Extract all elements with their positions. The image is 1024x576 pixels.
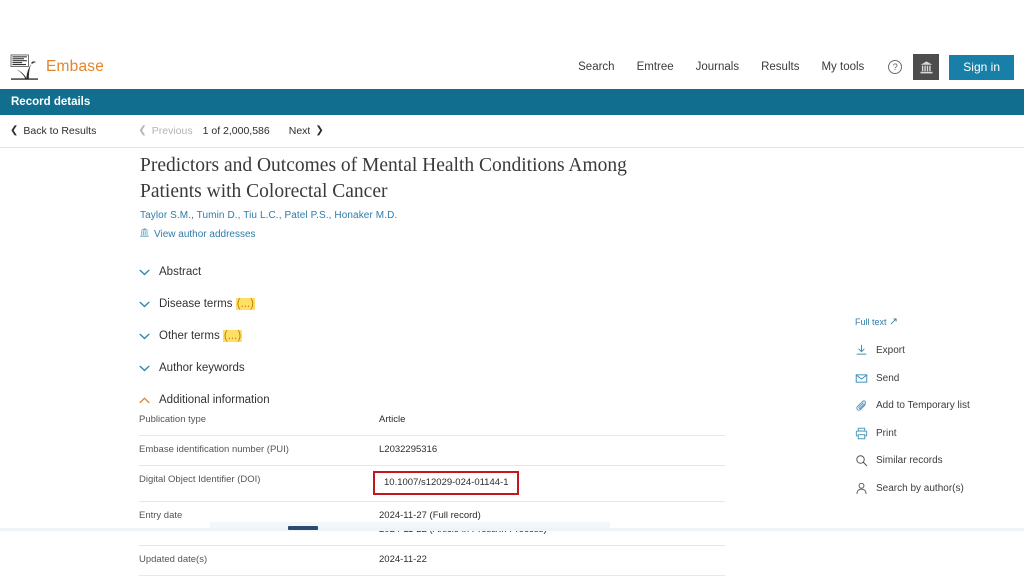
envelope-icon bbox=[855, 372, 868, 385]
accordion-label: Other terms bbox=[159, 330, 223, 342]
row-key: Digital Object Identifier (DOI) bbox=[139, 465, 379, 503]
row-key: Publication type bbox=[139, 406, 379, 436]
accordion-label: Additional information bbox=[159, 394, 270, 406]
external-link-icon bbox=[890, 317, 897, 327]
nav-my-tools[interactable]: My tools bbox=[810, 61, 875, 73]
record-position-count: 1 of 2,000,586 bbox=[202, 125, 270, 137]
action-similar-records[interactable]: Similar records bbox=[855, 450, 1015, 472]
brand-name: Embase bbox=[46, 58, 105, 75]
table-row: Updated date(s) 2024-11-22 bbox=[139, 545, 725, 576]
additional-information-table: Publication type Article Embase identifi… bbox=[139, 406, 725, 576]
previous-label: Previous bbox=[151, 125, 193, 137]
back-to-results-link[interactable]: ❮ Back to Results bbox=[10, 125, 96, 137]
action-print[interactable]: Print bbox=[855, 423, 1015, 445]
accordion-label: Disease terms bbox=[159, 298, 236, 310]
accordion-abstract[interactable]: Abstract bbox=[139, 256, 739, 288]
nav-results[interactable]: Results bbox=[750, 61, 810, 73]
help-icon[interactable]: ? bbox=[888, 60, 903, 74]
nav-search[interactable]: Search bbox=[567, 61, 625, 73]
page-bottom-indicator bbox=[288, 526, 318, 530]
back-to-results-label: Back to Results bbox=[23, 125, 97, 137]
chevron-left-icon: ❮ bbox=[10, 125, 19, 136]
view-author-addresses-link[interactable]: View author addresses bbox=[139, 227, 256, 241]
row-key: Updated date(s) bbox=[139, 545, 379, 576]
chevron-down-icon bbox=[139, 299, 150, 310]
chevron-down-icon bbox=[139, 363, 150, 374]
chevron-down-icon bbox=[139, 331, 150, 342]
action-export[interactable]: Export bbox=[855, 340, 1015, 362]
embase-record-details-page: Embase Search Emtree Journals Results My… bbox=[0, 0, 1024, 576]
record-actions-panel: Full text Export Send Add to Temporary l… bbox=[855, 312, 1015, 505]
action-label: Search by author(s) bbox=[876, 482, 964, 494]
chevron-right-icon: ❯ bbox=[315, 125, 324, 136]
elsevier-tree-icon bbox=[10, 54, 39, 81]
action-label: Print bbox=[876, 427, 897, 439]
chevron-left-icon: ❮ bbox=[138, 125, 147, 136]
pager-group: ❮ Previous 1 of 2,000,586 Next ❯ bbox=[138, 125, 323, 137]
printer-icon bbox=[855, 427, 868, 440]
accordion-ellipsis-badge[interactable]: (...) bbox=[222, 330, 243, 342]
action-add-to-temporary-list[interactable]: Add to Temporary list bbox=[855, 395, 1015, 417]
record-details-title: Record details bbox=[11, 96, 91, 108]
magnifier-icon bbox=[855, 454, 868, 467]
institution-bank-icon bbox=[139, 227, 150, 241]
action-label: Add to Temporary list bbox=[876, 400, 970, 412]
accordion-list: Abstract Disease terms (...) Other terms… bbox=[139, 256, 739, 416]
record-details-bar: Record details bbox=[0, 89, 1024, 115]
row-value: Article bbox=[379, 406, 725, 436]
nav-emtree[interactable]: Emtree bbox=[626, 61, 685, 73]
chevron-down-icon bbox=[139, 267, 150, 278]
site-header: Embase Search Emtree Journals Results My… bbox=[0, 44, 1024, 90]
accordion-other-terms[interactable]: Other terms (...) bbox=[139, 320, 739, 352]
accordion-disease-terms[interactable]: Disease terms (...) bbox=[139, 288, 739, 320]
accordion-label: Author keywords bbox=[159, 362, 245, 374]
action-send[interactable]: Send bbox=[855, 368, 1015, 390]
action-label: Similar records bbox=[876, 455, 943, 467]
next-label: Next bbox=[288, 125, 311, 137]
author-list[interactable]: Taylor S.M., Tumin D., Tiu L.C., Patel P… bbox=[140, 210, 397, 221]
institution-bank-icon[interactable] bbox=[913, 54, 940, 80]
view-author-addresses-label: View author addresses bbox=[154, 228, 256, 240]
chevron-up-icon bbox=[139, 395, 150, 406]
table-row: Publication type Article bbox=[139, 406, 725, 436]
nav-journals[interactable]: Journals bbox=[685, 61, 750, 73]
brand[interactable]: Embase bbox=[10, 54, 104, 81]
action-label: Send bbox=[876, 372, 900, 384]
person-icon bbox=[855, 482, 868, 495]
accordion-author-keywords[interactable]: Author keywords bbox=[139, 352, 739, 384]
download-icon bbox=[855, 344, 868, 357]
row-key: Embase identification number (PUI) bbox=[139, 435, 379, 466]
previous-button[interactable]: ❮ Previous bbox=[138, 125, 192, 137]
row-value: 2024-11-22 bbox=[379, 545, 725, 576]
full-text-link[interactable]: Full text bbox=[855, 317, 897, 327]
action-search-by-authors[interactable]: Search by author(s) bbox=[855, 478, 1015, 500]
next-button[interactable]: Next ❯ bbox=[289, 125, 324, 137]
accordion-label: Abstract bbox=[159, 266, 202, 278]
page-title: Predictors and Outcomes of Mental Health… bbox=[140, 155, 627, 202]
row-value: L2032295316 bbox=[379, 435, 725, 466]
table-row: Embase identification number (PUI) L2032… bbox=[139, 435, 725, 466]
full-text-label: Full text bbox=[855, 317, 887, 327]
accordion-ellipsis-badge[interactable]: (...) bbox=[235, 298, 255, 310]
sign-in-button[interactable]: Sign in bbox=[949, 54, 1014, 80]
doi-value-highlighted[interactable]: 10.1007/s12029-024-01144-1 bbox=[373, 470, 520, 496]
table-row-doi: Digital Object Identifier (DOI) 10.1007/… bbox=[139, 465, 725, 503]
page-bottom-divider bbox=[0, 528, 1024, 531]
paperclip-icon bbox=[855, 399, 868, 412]
top-navigation: Search Emtree Journals Results My tools … bbox=[567, 54, 1024, 80]
action-label: Export bbox=[876, 345, 905, 357]
pager-bar: ❮ Back to Results ❮ Previous 1 of 2,000,… bbox=[0, 115, 1024, 148]
